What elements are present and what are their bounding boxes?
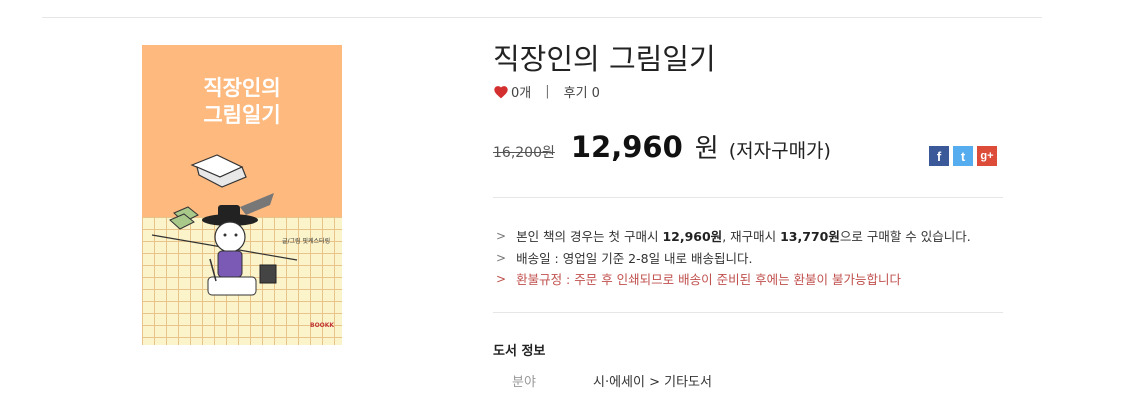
- book-info-heading: 도서 정보: [493, 344, 546, 359]
- purchase-note: 본인 책의 경우는 첫 구매시 12,960원, 재구매시 13,770원으로 …: [516, 226, 971, 248]
- info-divider: [493, 312, 1003, 313]
- original-price: 16,200원: [493, 145, 555, 161]
- purchase-info-list: > 본인 책의 경우는 첫 구매시 12,960원, 재구매시 13,770원으…: [496, 226, 971, 291]
- repurchase-price: 13,770원: [780, 229, 840, 244]
- reviews-link[interactable]: 후기 0: [564, 82, 600, 101]
- meta-separator: |: [545, 84, 550, 99]
- likes-count[interactable]: 0개: [511, 82, 531, 101]
- book-cover-image[interactable]: 직장인의 그림일기 글/그림 핏케스터링 BOOKK: [142, 45, 342, 345]
- cover-publisher-logo: BOOKK: [310, 322, 335, 329]
- list-item-shipping: > 배송일 : 영업일 기준 2-8일 내로 배송됩니다.: [496, 248, 971, 270]
- cover-illustration: [151, 154, 298, 296]
- spec-label-category: 분야: [512, 375, 536, 390]
- cover-author: 글/그림 핏케스터링: [282, 238, 331, 245]
- top-divider: [42, 17, 1042, 18]
- price-note: (저자구매가): [728, 140, 831, 162]
- spec-value-category: 시·에세이 > 기타도서: [593, 375, 712, 390]
- chevron-right-icon: >: [496, 229, 507, 243]
- purchase-note-text: 본인 책의 경우는 첫 구매시: [516, 229, 663, 244]
- first-purchase-price: 12,960원: [662, 229, 723, 244]
- sale-price: 12,960: [570, 130, 683, 164]
- product-title: 직장인의 그림일기: [493, 42, 716, 76]
- list-item-purchase-price: > 본인 책의 경우는 첫 구매시 12,960원, 재구매시 13,770원으…: [496, 226, 971, 248]
- share-buttons: f t g+: [929, 146, 997, 166]
- price-currency: 원: [694, 134, 719, 164]
- product-meta: 0개 | 후기 0: [493, 82, 600, 101]
- price-divider: [493, 197, 1003, 198]
- heart-icon[interactable]: [493, 85, 509, 99]
- twitter-share-icon[interactable]: t: [953, 146, 973, 166]
- facebook-share-icon[interactable]: f: [929, 146, 949, 166]
- googleplus-share-icon[interactable]: g+: [977, 146, 997, 166]
- chevron-right-icon: >: [496, 250, 507, 265]
- chevron-right-icon: >: [496, 272, 507, 286]
- shipping-note: 배송일 : 영업일 기준 2-8일 내로 배송됩니다.: [516, 250, 753, 266]
- refund-policy: 환불규정 : 주문 후 인쇄되므로 배송이 준비된 후에는 환불이 불가능합니다: [516, 272, 902, 287]
- price-row: 16,200원 12,960 원 (저자구매가): [493, 128, 831, 165]
- list-item-refund: > 환불규정 : 주문 후 인쇄되므로 배송이 준비된 후에는 환불이 불가능합…: [496, 269, 971, 291]
- purchase-note-text: , 재구매시: [722, 229, 781, 244]
- purchase-note-text: 으로 구매할 수 있습니다.: [839, 229, 971, 244]
